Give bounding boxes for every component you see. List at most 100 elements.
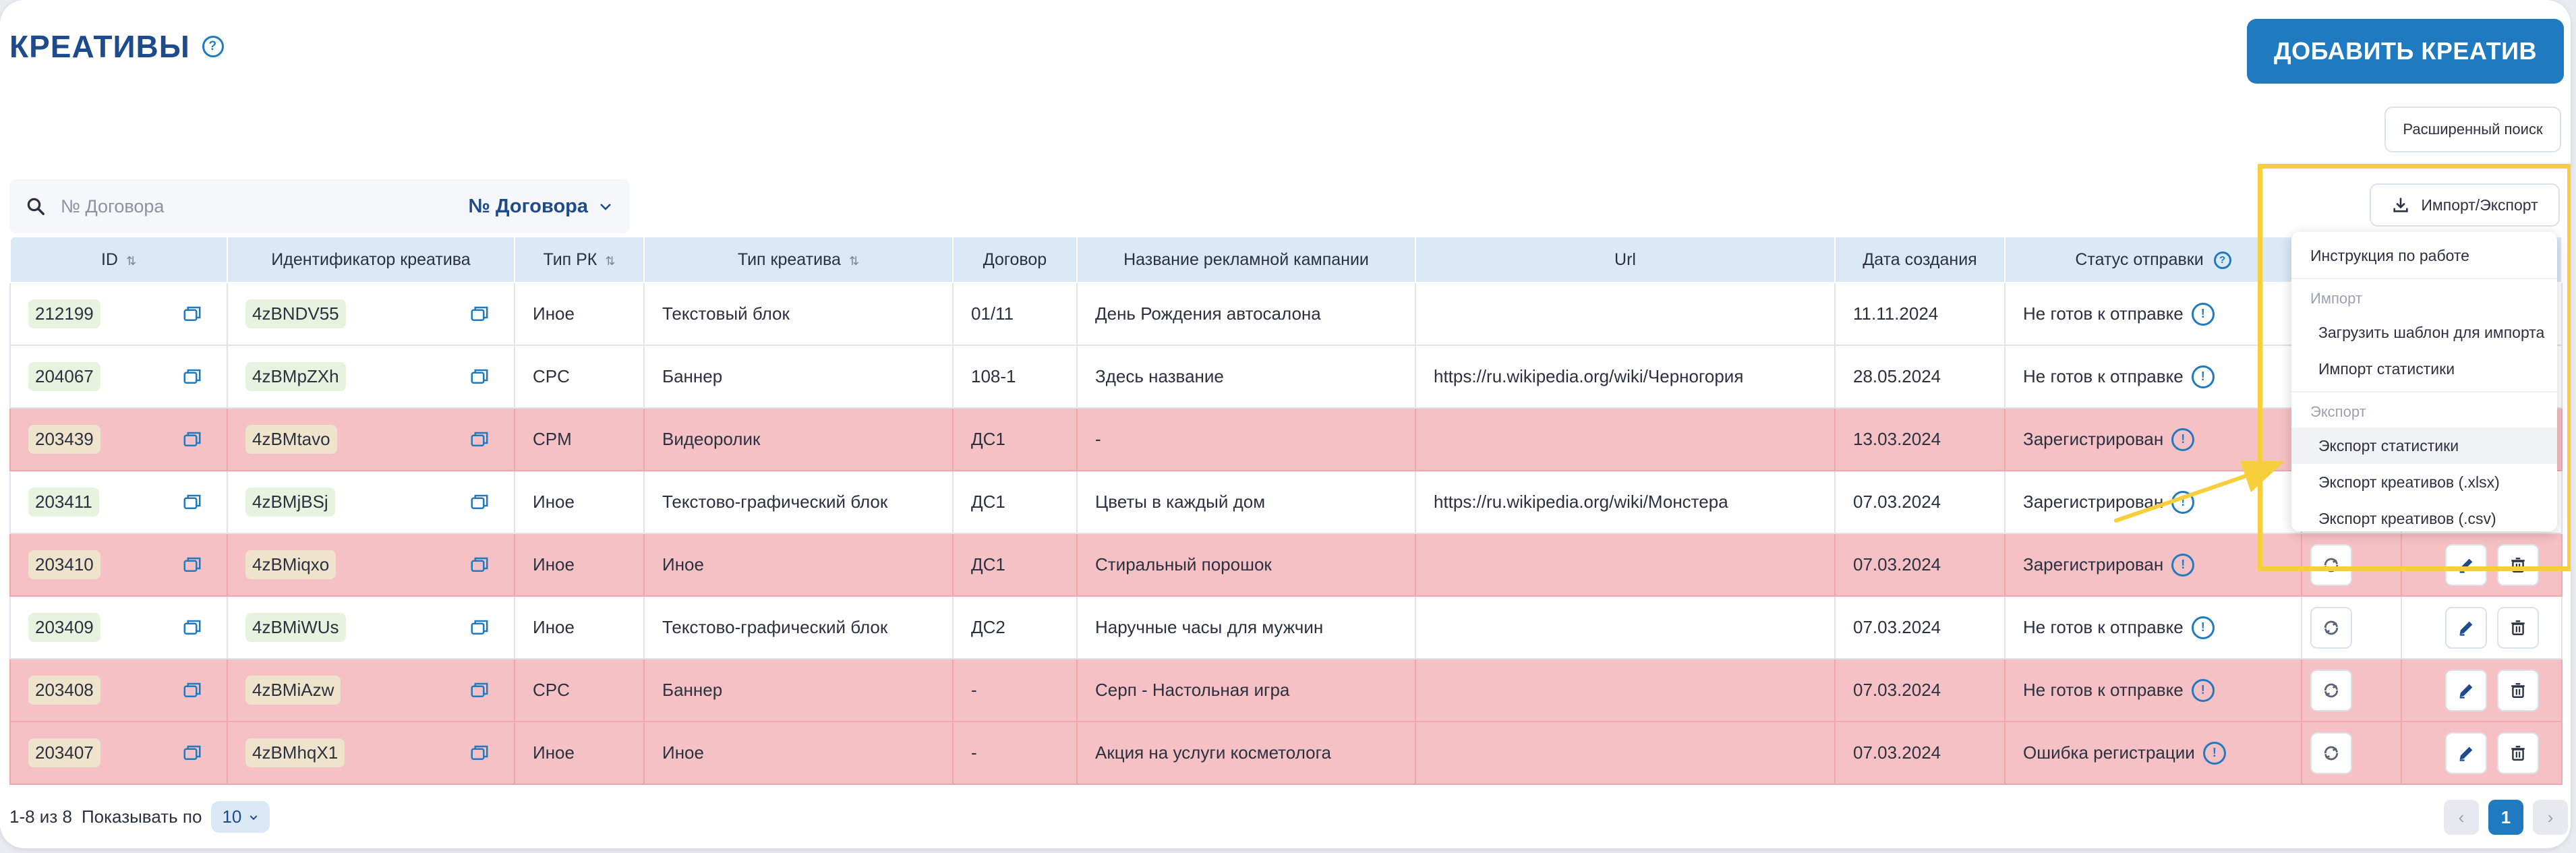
cell-id: 203410 [9, 533, 228, 597]
menu-item-upload-template[interactable]: Загрузить шаблон для импорта [2291, 314, 2557, 351]
table-row[interactable]: 212199 4zBNDV55 Иное Текстовый блок 01/11 Ден… [9, 282, 2563, 346]
cell-date: 13.03.2024 [1834, 407, 2006, 471]
cell-creative-id: 4zBMpZXh [227, 345, 515, 409]
copy-icon[interactable] [469, 743, 490, 763]
cell-url [1415, 658, 1836, 722]
creative-id-chip: 4zBMhqX1 [245, 738, 345, 767]
advanced-search-button[interactable]: Расширенный поиск [2384, 107, 2561, 152]
cell-campaign: Цветы в каждый дом [1076, 470, 1416, 534]
table-row[interactable]: 203411 4zBMjBSj Иное Текстово-графический б… [9, 470, 2563, 534]
status-info-icon[interactable]: ! [2171, 490, 2195, 514]
edit-button[interactable] [2445, 543, 2487, 586]
col-header-campaign: Название рекламной кампании [1076, 236, 1416, 283]
cell-rk-type: CPC [514, 345, 645, 409]
col-header-creative-type[interactable]: Тип креатива ⇅ [643, 236, 954, 283]
cell-campaign: - [1076, 407, 1416, 471]
menu-item-import-stats[interactable]: Импорт статистики [2291, 351, 2557, 387]
add-creative-button[interactable]: ДОБАВИТЬ КРЕАТИВ [2247, 19, 2564, 84]
refresh-button[interactable] [2310, 732, 2352, 774]
refresh-button[interactable] [2310, 543, 2352, 586]
cell-contract: ДС2 [952, 595, 1078, 659]
copy-icon[interactable] [182, 680, 202, 701]
copy-icon[interactable] [469, 430, 490, 450]
per-page-select[interactable]: 10 [211, 801, 270, 833]
menu-item-export-csv[interactable]: Экспорт креативов (.csv) [2291, 500, 2557, 537]
status-text: Не готов к отправке [2023, 303, 2184, 324]
copy-icon[interactable] [182, 618, 202, 638]
cell-creative-id: 4zBMjBSj [227, 470, 515, 534]
creative-id-chip: 4zBMjBSj [245, 488, 335, 517]
edit-button[interactable] [2445, 669, 2487, 711]
cell-creative-type: Текстовый блок [643, 282, 954, 346]
copy-icon[interactable] [469, 555, 490, 575]
cell-rk-type: Иное [514, 282, 645, 346]
table-row[interactable]: 203408 4zBMiAzw CPC Баннер - Серп - Настольна… [9, 658, 2563, 722]
col-header-rk-type[interactable]: Тип РК ⇅ [514, 236, 645, 283]
search-bar: № Договора [9, 179, 630, 233]
table-row[interactable]: 203409 4zBMiWUs Иное Текстово-графический б… [9, 595, 2563, 659]
copy-icon[interactable] [469, 680, 490, 701]
search-input[interactable] [59, 195, 440, 218]
menu-item-export-xlsx[interactable]: Экспорт креативов (.xlsx) [2291, 464, 2557, 500]
cell-status: Зарегистрирован! [2004, 470, 2302, 534]
table-row[interactable]: 203439 4zBMtavo CPM Видеоролик ДС1- 13.03.202… [9, 407, 2563, 471]
chevron-down-icon [250, 815, 258, 820]
cell-creative-id: 4zBNDV55 [227, 282, 515, 346]
status-text: Зарегистрирован [2023, 554, 2164, 575]
import-export-button[interactable]: Импорт/Экспорт [2370, 183, 2560, 227]
copy-icon[interactable] [469, 304, 490, 324]
next-page-button[interactable]: › [2533, 800, 2568, 835]
prev-page-button[interactable]: ‹ [2444, 800, 2479, 835]
table-row[interactable]: 203410 4zBMiqxo Иное Иное ДС1 Стиральный поро… [9, 533, 2563, 597]
status-info-icon[interactable]: ! [2171, 553, 2195, 577]
copy-icon[interactable] [182, 430, 202, 450]
cell-status: Зарегистрирован! [2004, 407, 2302, 471]
table-row[interactable]: 203407 4zBMhqX1 Иное Иное - Акция на услуги к… [9, 721, 2563, 785]
edit-button[interactable] [2445, 606, 2487, 649]
refresh-button[interactable] [2310, 606, 2352, 649]
creative-id-chip: 4zBMiWUs [245, 613, 346, 642]
table-row[interactable]: 204067 4zBMpZXh CPC Баннер 108-1 Здесь назван… [9, 345, 2563, 409]
sort-icon[interactable]: ⇅ [126, 254, 136, 268]
cell-refresh [2301, 721, 2402, 785]
delete-button[interactable] [2497, 732, 2540, 774]
menu-item-instructions[interactable]: Инструкция по работе [2291, 237, 2557, 274]
delete-button[interactable] [2497, 543, 2540, 586]
copy-icon[interactable] [182, 743, 202, 763]
status-info-icon[interactable]: ! [2191, 616, 2215, 639]
status-info-icon[interactable]: ! [2191, 678, 2215, 702]
import-export-label: Импорт/Экспорт [2421, 196, 2538, 214]
copy-icon[interactable] [182, 304, 202, 324]
status-help-icon[interactable]: ? [2213, 251, 2231, 269]
status-info-icon[interactable]: ! [2191, 365, 2215, 388]
cell-date: 07.03.2024 [1834, 470, 2006, 534]
import-export-menu: Инструкция по работе Импорт Загрузить ша… [2291, 232, 2557, 531]
page-button-current[interactable]: 1 [2488, 800, 2523, 835]
edit-button[interactable] [2445, 732, 2487, 774]
delete-button[interactable] [2497, 669, 2540, 711]
sort-icon[interactable]: ⇅ [849, 254, 859, 268]
cell-contract: - [952, 721, 1078, 785]
cell-id: 203439 [9, 407, 228, 471]
copy-icon[interactable] [469, 492, 490, 512]
status-text: Ошибка регистрации [2023, 742, 2195, 763]
copy-icon[interactable] [182, 367, 202, 387]
cell-actions [2401, 721, 2563, 785]
menu-item-export-stats[interactable]: Экспорт статистики [2291, 428, 2557, 464]
status-info-icon[interactable]: ! [2171, 428, 2195, 451]
search-filter-select[interactable]: № Договора [468, 196, 614, 218]
help-icon[interactable]: ? [202, 36, 224, 57]
refresh-button[interactable] [2310, 669, 2352, 711]
copy-icon[interactable] [182, 492, 202, 512]
cell-creative-type: Баннер [643, 345, 954, 409]
main-card: КРЕАТИВЫ ? ДОБАВИТЬ КРЕАТИВ Расширенный … [0, 0, 2571, 848]
id-chip: 203407 [28, 738, 100, 767]
copy-icon[interactable] [469, 618, 490, 638]
delete-button[interactable] [2497, 606, 2540, 649]
status-info-icon[interactable]: ! [2191, 302, 2215, 326]
col-header-id[interactable]: ID ⇅ [9, 236, 228, 283]
copy-icon[interactable] [469, 367, 490, 387]
sort-icon[interactable]: ⇅ [605, 254, 615, 268]
copy-icon[interactable] [182, 555, 202, 575]
status-info-icon[interactable]: ! [2202, 741, 2226, 765]
